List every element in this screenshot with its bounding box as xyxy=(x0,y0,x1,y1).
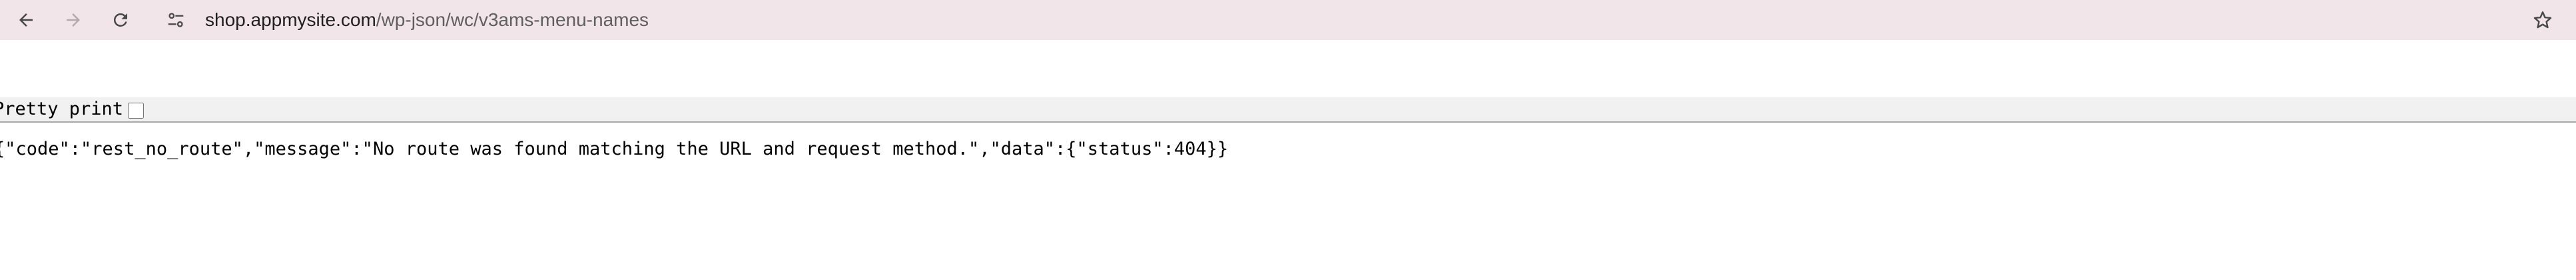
arrow-left-icon xyxy=(19,13,33,27)
site-info-button[interactable] xyxy=(162,7,189,33)
url-host: shop.appmysite.com xyxy=(205,9,376,30)
url-path: /wp-json/wc/v3ams-menu-names xyxy=(376,9,649,30)
browser-toolbar: shop.appmysite.com/wp-json/wc/v3ams-menu… xyxy=(0,0,2576,40)
tune-icon xyxy=(168,13,184,27)
json-response: {"code":"rest_no_route","message":"No ro… xyxy=(0,139,1229,159)
pretty-print-label: Pretty print xyxy=(0,99,124,119)
reload-button[interactable] xyxy=(105,4,137,36)
address-bar[interactable]: shop.appmysite.com/wp-json/wc/v3ams-menu… xyxy=(155,1,2539,39)
arrow-right-icon xyxy=(67,13,80,27)
pretty-print-checkbox[interactable] xyxy=(128,103,144,119)
reload-icon xyxy=(113,13,127,27)
bookmark-button[interactable] xyxy=(2527,4,2559,36)
star-icon xyxy=(2533,11,2552,29)
forward-button[interactable] xyxy=(57,4,89,36)
url-text[interactable]: shop.appmysite.com/wp-json/wc/v3ams-menu… xyxy=(205,1,649,39)
pretty-print-bar: Pretty print xyxy=(0,97,2576,123)
back-button[interactable] xyxy=(10,4,42,36)
